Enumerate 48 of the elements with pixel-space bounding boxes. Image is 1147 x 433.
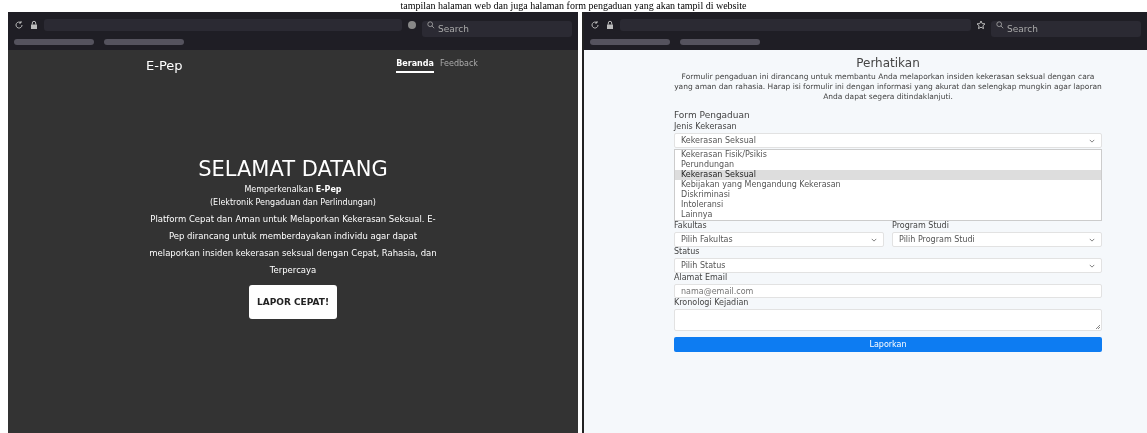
- nav-link[interactable]: Feedback: [439, 58, 478, 73]
- bookmark-chip[interactable]: [104, 39, 184, 45]
- notice-heading: Perhatikan: [855, 56, 921, 70]
- chevron-down-icon: [871, 237, 877, 242]
- search-field[interactable]: Search: [991, 21, 1141, 37]
- lock-icon: [605, 20, 615, 30]
- field-label: Jenis Kekerasan: [674, 122, 738, 132]
- field-label: Kronologi Kejadian: [674, 298, 750, 308]
- dropdown-field[interactable]: Pilih Status: [674, 258, 1102, 273]
- dropdown-field[interactable]: Pilih Program Studi: [892, 232, 1102, 247]
- dropdown-option[interactable]: Kekerasan Seksual: [675, 170, 1101, 180]
- bookmark-chip[interactable]: [680, 39, 760, 45]
- dropdown-option[interactable]: Lainnya: [675, 210, 1101, 220]
- dropdown-field[interactable]: Pilih Fakultas: [674, 232, 884, 247]
- brand-logo-text[interactable]: E-Pep: [146, 58, 183, 73]
- caption-text: tampilan halaman web dan juga halaman form pengaduan yang akan tampil di website: [400, 0, 747, 12]
- hero-description: Platform Cepat dan Aman untuk Melaporkan Kekerasan Seksual. E-Pep dirancang untuk memberdayakan individu agar dapat melaporkan insiden kekerasan seksual dengan Cepat, Rahasia, dan Terpercaya: [148, 213, 438, 277]
- field-label: Alamat Email: [674, 273, 729, 283]
- dropdown-option[interactable]: Intoleransi: [675, 200, 1101, 210]
- field-label: Fakultas: [674, 221, 708, 231]
- hero-subtitle: (Elektronik Pengaduan dan Perlindungan): [210, 198, 376, 207]
- bookmark-chip[interactable]: [590, 39, 670, 45]
- lock-icon: [29, 20, 39, 30]
- search-icon: [996, 21, 1004, 29]
- field-label: Program Studi: [892, 221, 950, 231]
- submit-button[interactable]: Laporkan: [674, 337, 1102, 352]
- dropdown-field[interactable]: Kekerasan Seksual: [674, 133, 1102, 148]
- email-field[interactable]: nama@email.com: [674, 284, 1102, 298]
- reload-icon[interactable]: [14, 20, 24, 30]
- search-field[interactable]: Search: [422, 21, 572, 37]
- form-title: Form Pengaduan: [674, 110, 751, 120]
- star-icon[interactable]: [976, 20, 986, 30]
- reload-icon[interactable]: [590, 20, 600, 30]
- hero-intro: Memperkenalkan E-Pep: [244, 185, 342, 194]
- dropdown-option[interactable]: Kebijakan yang Mengandung Kekerasan: [675, 180, 1101, 190]
- dropdown-option[interactable]: Perundungan: [675, 160, 1101, 170]
- resize-grip-icon[interactable]: [1095, 324, 1101, 330]
- dropdown-option[interactable]: Diskriminasi: [675, 190, 1101, 200]
- nav-link[interactable]: Beranda: [396, 58, 434, 73]
- bookmark-chip[interactable]: [14, 39, 94, 45]
- chevron-down-icon: [1089, 263, 1095, 268]
- hero-title: SELAMAT DATANG: [198, 157, 388, 181]
- chevron-down-icon: [1089, 237, 1095, 242]
- chevron-down-icon: [1089, 138, 1095, 143]
- search-icon: [427, 21, 435, 29]
- dropdown-option[interactable]: Kekerasan Fisik/Psikis: [675, 150, 1101, 160]
- field-label: Status: [674, 247, 701, 257]
- report-button[interactable]: LAPOR CEPAT!: [248, 285, 337, 319]
